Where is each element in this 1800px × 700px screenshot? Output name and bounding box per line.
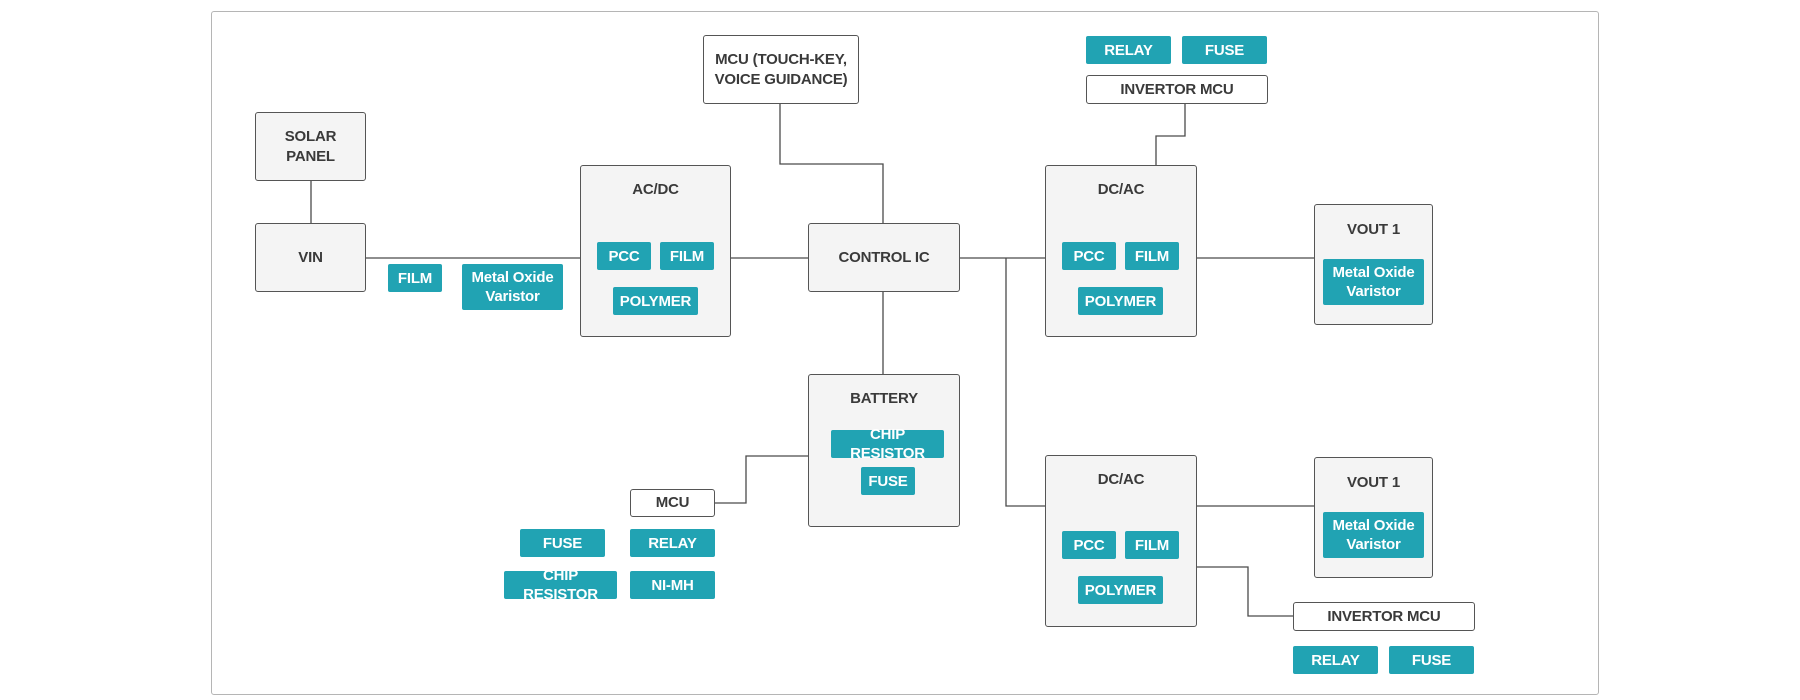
battery-fuse-chip[interactable]: FUSE [861,467,915,495]
acdc-label: AC/DC [632,181,679,198]
chip-label: POLYMER [1084,292,1157,310]
mcu-chip-resistor-chip[interactable]: CHIP RESISTOR [504,567,617,603]
invertor-top-fuse-chip[interactable]: FUSE [1182,36,1267,64]
invertor-bottom-fuse-chip[interactable]: FUSE [1389,646,1474,674]
chip-label: RELAY [1311,651,1360,669]
chip-label: FILM [669,247,705,265]
mcu-fuse-chip[interactable]: FUSE [520,529,605,557]
chip-label: FUSE [868,472,908,490]
chip-label: RELAY [1104,41,1153,59]
dcac-top-polymer-chip[interactable]: POLYMER [1078,287,1163,315]
chip-label: Metal Oxide Varistor [1332,264,1415,300]
chip-label: NI-MH [651,576,694,594]
chip-label: PCC [1073,247,1105,265]
mcu-relay-chip[interactable]: RELAY [630,529,715,557]
control-ic-node[interactable]: CONTROL IC [808,223,960,292]
battery-chip-resistor-chip[interactable]: CHIP RESISTOR [831,426,944,462]
dcac-bottom-polymer-chip[interactable]: POLYMER [1078,576,1163,604]
vin-mov-chip[interactable]: Metal Oxide Varistor [462,264,563,310]
chip-label: FUSE [1204,41,1245,59]
control-ic-label: CONTROL IC [838,248,930,266]
mcu-nimh-chip[interactable]: NI-MH [630,571,715,599]
invertor-mcu-bottom-node[interactable]: INVERTOR MCU [1293,602,1475,631]
vout-top-label: VOUT 1 [1347,221,1400,238]
chip-label: CHIP RESISTOR [523,567,598,603]
chip-label: RELAY [648,534,697,552]
chip-label: Metal Oxide Varistor [1332,517,1415,553]
vout-top-mov-chip[interactable]: Metal Oxide Varistor [1323,259,1424,305]
invertor-mcu-top-node[interactable]: INVERTOR MCU [1086,75,1268,104]
vin-label: VIN [298,248,323,266]
chip-label: FUSE [542,534,583,552]
chip-label: PCC [608,247,640,265]
chip-label: FILM [397,269,433,287]
dcac-bottom-film-chip[interactable]: FILM [1125,531,1179,559]
chip-label: CHIP RESISTOR [850,426,925,462]
vin-film-chip[interactable]: FILM [388,264,442,292]
vout-bottom-mov-chip[interactable]: Metal Oxide Varistor [1323,512,1424,558]
chip-label: POLYMER [619,292,692,310]
invertor-top-relay-chip[interactable]: RELAY [1086,36,1171,64]
mcu-touch-key-node[interactable]: MCU (TOUCH-KEY, VOICE GUIDANCE) [703,35,859,104]
chip-label: POLYMER [1084,581,1157,599]
mcu-battery-label: MCU [655,494,690,511]
acdc-polymer-chip[interactable]: POLYMER [613,287,698,315]
diagram-frame [211,11,1599,695]
solar-panel-node[interactable]: SOLAR PANEL [255,112,366,181]
dcac-top-pcc-chip[interactable]: PCC [1062,242,1116,270]
mcu-touch-key-label: MCU (TOUCH-KEY, VOICE GUIDANCE) [714,50,848,88]
invertor-mcu-bottom-label: INVERTOR MCU [1327,607,1441,625]
solar-panel-label: SOLAR PANEL [284,127,337,165]
acdc-pcc-chip[interactable]: PCC [597,242,651,270]
battery-label: BATTERY [850,390,918,407]
chip-label: PCC [1073,536,1105,554]
dcac-top-film-chip[interactable]: FILM [1125,242,1179,270]
mcu-battery-node[interactable]: MCU [630,489,715,517]
chip-label: FUSE [1411,651,1452,669]
dcac-top-label: DC/AC [1097,181,1145,198]
dcac-bottom-label: DC/AC [1097,471,1145,488]
invertor-bottom-relay-chip[interactable]: RELAY [1293,646,1378,674]
invertor-mcu-top-label: INVERTOR MCU [1120,80,1234,98]
vin-node[interactable]: VIN [255,223,366,292]
acdc-film-chip[interactable]: FILM [660,242,714,270]
chip-label: FILM [1134,536,1170,554]
chip-label: FILM [1134,247,1170,265]
dcac-bottom-pcc-chip[interactable]: PCC [1062,531,1116,559]
vout-bottom-label: VOUT 1 [1347,474,1400,491]
chip-label: Metal Oxide Varistor [471,269,554,305]
